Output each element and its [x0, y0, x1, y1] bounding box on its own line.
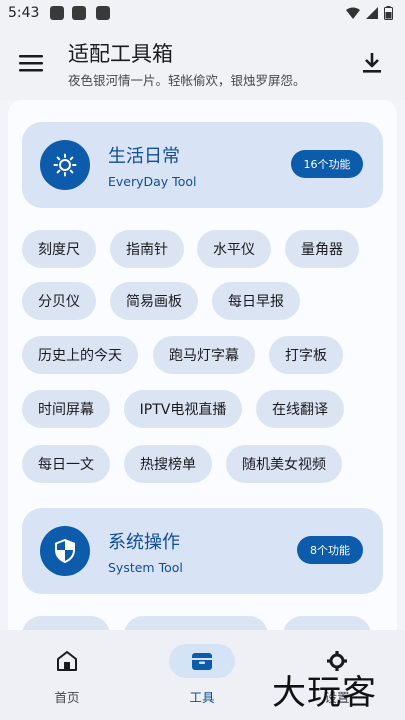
- feature-count-badge: 8个功能: [297, 536, 363, 564]
- nav-label: 首页: [54, 690, 80, 705]
- app-subtitle: 夜色银河情一片。轻帐偷欢，银烛罗屏怨。: [68, 73, 306, 88]
- tool-chip[interactable]: 历史上的今天: [22, 336, 138, 374]
- home-icon: [57, 651, 77, 671]
- tool-chip[interactable]: 打字板: [269, 336, 343, 374]
- download-icon: [363, 53, 381, 73]
- notification-icon: [72, 6, 86, 20]
- notification-icon: [96, 6, 110, 20]
- tool-chip[interactable]: 跑马灯字幕: [153, 336, 255, 374]
- tool-chip[interactable]: 在线翻译: [256, 390, 344, 428]
- tool-chip[interactable]: 量角器: [285, 230, 359, 268]
- tool-chip[interactable]: 每日一文: [22, 445, 110, 483]
- section-card-everyday[interactable]: 生活日常 EveryDay Tool 16个功能: [22, 122, 383, 208]
- nav-item-tools[interactable]: 工具: [147, 630, 257, 720]
- notification-icon: [50, 6, 64, 20]
- tool-chip[interactable]: 刻度尺: [22, 230, 96, 268]
- tool-chip[interactable]: 每日早报: [212, 282, 300, 320]
- nav-indicator: [169, 644, 235, 678]
- feature-count-badge: 16个功能: [291, 150, 363, 178]
- shield-icon: [55, 539, 75, 563]
- tool-chip[interactable]: 热搜榜单: [124, 445, 212, 483]
- tool-chip[interactable]: 分贝仪: [22, 282, 96, 320]
- status-time: 5:43: [8, 5, 40, 21]
- app-bar: 适配工具箱 夜色银河情一片。轻帐偷欢，银烛罗屏怨。: [0, 28, 405, 100]
- toolbox-icon: [192, 653, 212, 670]
- tool-chip[interactable]: [22, 616, 110, 630]
- battery-icon: [384, 6, 393, 20]
- tool-chip[interactable]: 简易画板: [110, 282, 198, 320]
- menu-icon: [19, 55, 43, 72]
- app-title: 适配工具箱: [68, 42, 173, 66]
- status-bar: 5:43: [0, 0, 405, 28]
- section-icon-circle: [40, 526, 90, 576]
- nav-label: 工具: [189, 690, 215, 705]
- tool-chip[interactable]: [124, 616, 268, 630]
- watermark-text: 大玩客: [272, 673, 377, 713]
- section-title: 生活日常: [108, 146, 180, 167]
- tool-chip[interactable]: 时间屏幕: [22, 390, 110, 428]
- section-card-system[interactable]: 系统操作 System Tool 8个功能: [22, 508, 383, 594]
- section-title: 系统操作: [108, 532, 180, 553]
- download-button[interactable]: [359, 50, 385, 76]
- signal-icon: [366, 7, 378, 19]
- tool-chip[interactable]: 随机美女视频: [226, 445, 342, 483]
- nav-item-home[interactable]: 首页: [12, 630, 122, 720]
- tool-list[interactable]: 生活日常 EveryDay Tool 16个功能 刻度尺 指南针 水平仪 量角器…: [0, 100, 405, 630]
- brightness-icon: [53, 153, 77, 177]
- tool-chip[interactable]: 指南针: [110, 230, 184, 268]
- section-subtitle: EveryDay Tool: [108, 174, 197, 189]
- menu-button[interactable]: [16, 48, 46, 78]
- tool-chip[interactable]: [283, 616, 371, 630]
- section-icon-circle: [40, 140, 90, 190]
- tool-chip[interactable]: 水平仪: [197, 230, 271, 268]
- tool-chip[interactable]: IPTV电视直播: [124, 390, 242, 428]
- section-subtitle: System Tool: [108, 560, 183, 575]
- nav-indicator: [34, 644, 100, 678]
- wifi-icon: [346, 7, 360, 19]
